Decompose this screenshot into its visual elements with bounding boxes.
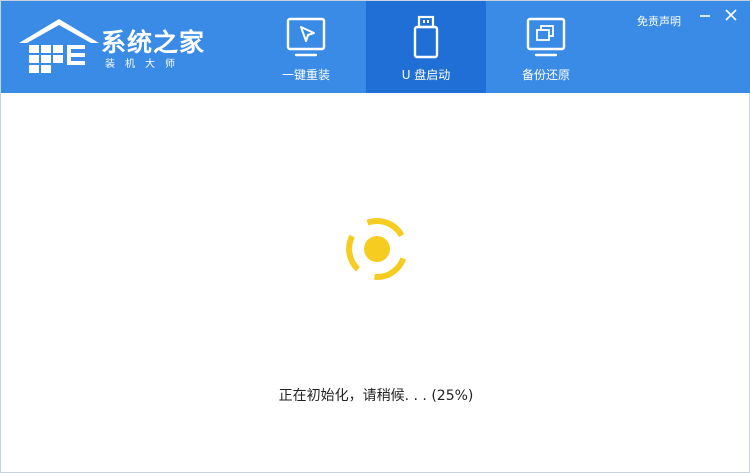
tab-label: 一键重装: [281, 68, 330, 82]
header-bar: 系统之家 装机大师 一键重装 U 盘启动 备份还原 免责声明: [1, 1, 750, 93]
cursor-arrow-monitor-icon: [286, 17, 326, 57]
tab-backup-restore[interactable]: 备份还原: [486, 1, 606, 93]
tab-one-click-reinstall[interactable]: 一键重装: [246, 1, 366, 93]
tab-usb-boot[interactable]: U 盘启动: [366, 1, 486, 93]
copy-windows-icon: [526, 17, 566, 57]
app-window: 系统之家 装机大师 一键重装 U 盘启动 备份还原 免责声明 正在初始化，请稍候…: [0, 0, 750, 473]
tab-label: U 盘启动: [401, 68, 451, 82]
app-logo: 系统之家 装机大师: [13, 13, 213, 77]
usb-drive-icon: [413, 15, 439, 59]
status-text: 正在初始化，请稍候. . . (25%): [278, 388, 474, 404]
loading-spinner-icon: [346, 218, 407, 280]
tab-label: 备份还原: [521, 68, 570, 82]
disclaimer-link[interactable]: 免责声明: [637, 13, 681, 29]
minimize-button[interactable]: [697, 7, 713, 23]
logo-title: 系统之家: [101, 28, 206, 57]
close-button[interactable]: [723, 7, 739, 23]
logo-subtitle: 装机大师: [105, 59, 185, 70]
house-logo-icon: [19, 19, 99, 73]
